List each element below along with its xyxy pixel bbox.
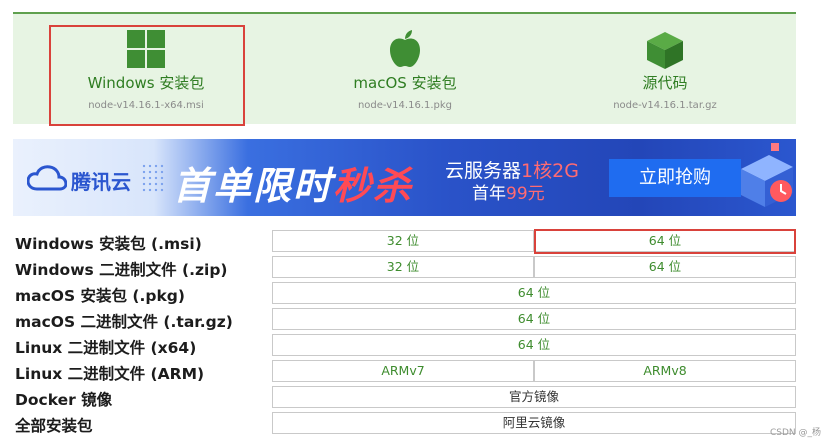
download-windows-file: node-v14.16.1-x64.msi bbox=[88, 100, 204, 111]
banner-headline: 首单限时秒杀 bbox=[173, 155, 413, 210]
cell-windows-zip-32[interactable]: 32 位 bbox=[272, 256, 534, 278]
ad-banner[interactable]: 腾讯云 首单限时秒杀 云服务器1核2G 首年99元 立即抢购 bbox=[13, 139, 796, 216]
row-label-linux-arm: Linux 二进制文件 (ARM) bbox=[15, 365, 205, 383]
cell-docker-official[interactable]: 官方镜像 bbox=[272, 386, 796, 408]
banner-promo-line2: 首年99元 bbox=[472, 179, 545, 204]
cell-windows-msi-32[interactable]: 32 位 bbox=[272, 230, 534, 252]
banner-promo-line2-a: 首年 bbox=[472, 184, 506, 204]
download-source[interactable]: 源代码 node-v14.16.1.tar.gz bbox=[565, 14, 765, 124]
apple-icon bbox=[388, 30, 422, 72]
banner-brand: 腾讯云 bbox=[71, 170, 131, 194]
row-label-docker: Docker 镜像 bbox=[15, 391, 113, 409]
download-panel: Windows 安装包 node-v14.16.1-x64.msi macOS … bbox=[13, 14, 796, 124]
row-label-linux-x64: Linux 二进制文件 (x64) bbox=[15, 339, 197, 357]
banner-headline-a: 首单限时 bbox=[173, 164, 334, 208]
download-macos-label: macOS 安装包 bbox=[353, 74, 457, 92]
banner-dots-decoration bbox=[141, 163, 165, 193]
windows-icon bbox=[127, 30, 165, 72]
download-macos[interactable]: macOS 安装包 node-v14.16.1.pkg bbox=[305, 14, 505, 124]
banner-headline-b: 秒杀 bbox=[333, 164, 414, 208]
banner-promo-line2-b: 99元 bbox=[506, 184, 545, 204]
cell-aliyun-mirror[interactable]: 阿里云镜像 bbox=[272, 412, 796, 434]
watermark: CSDN @_杨 bbox=[769, 428, 821, 438]
box-icon bbox=[645, 30, 685, 74]
cell-linux-armv7[interactable]: ARMv7 bbox=[272, 360, 534, 382]
download-windows-label: Windows 安装包 bbox=[87, 74, 205, 92]
download-source-file: node-v14.16.1.tar.gz bbox=[613, 100, 717, 111]
row-label-all-packages: 全部安装包 bbox=[15, 417, 93, 435]
cell-linux-x64-64[interactable]: 64 位 bbox=[272, 334, 796, 356]
cloud-logo-icon bbox=[26, 165, 68, 195]
row-label-macos-targz: macOS 二进制文件 (.tar.gz) bbox=[15, 313, 233, 331]
cell-windows-msi-64[interactable]: 64 位 bbox=[534, 230, 796, 252]
download-macos-file: node-v14.16.1.pkg bbox=[357, 100, 453, 111]
row-label-windows-msi: Windows 安装包 (.msi) bbox=[15, 235, 202, 253]
cell-windows-zip-64[interactable]: 64 位 bbox=[534, 256, 796, 278]
server-cube-icon bbox=[731, 141, 796, 216]
cell-macos-targz-64[interactable]: 64 位 bbox=[272, 308, 796, 330]
row-label-windows-zip: Windows 二进制文件 (.zip) bbox=[15, 261, 228, 279]
row-label-macos-pkg: macOS 安装包 (.pkg) bbox=[15, 287, 185, 305]
banner-cta-button[interactable]: 立即抢购 bbox=[609, 159, 741, 197]
download-windows[interactable]: Windows 安装包 node-v14.16.1-x64.msi bbox=[46, 14, 246, 124]
cell-macos-pkg-64[interactable]: 64 位 bbox=[272, 282, 796, 304]
cell-linux-armv8[interactable]: ARMv8 bbox=[534, 360, 796, 382]
download-source-label: 源代码 bbox=[642, 74, 688, 92]
